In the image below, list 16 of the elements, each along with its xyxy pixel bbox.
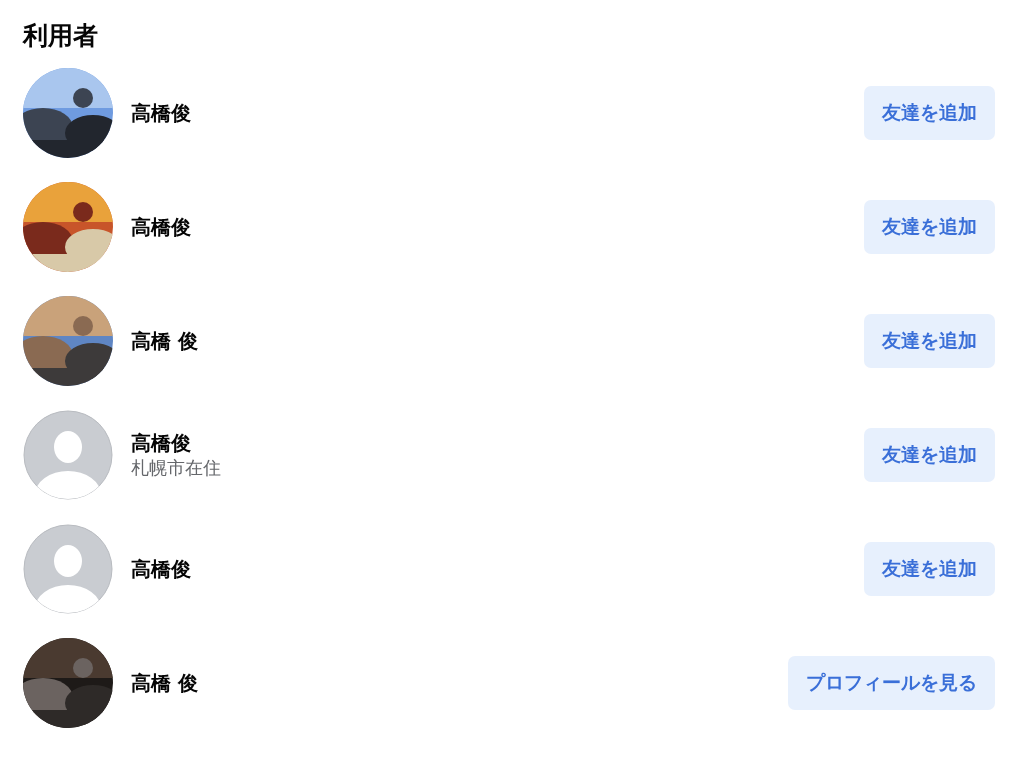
user-name[interactable]: 高橋俊	[131, 214, 864, 240]
user-name[interactable]: 高橋俊	[131, 100, 864, 126]
user-location: 札幌市在住	[131, 456, 222, 480]
user-name[interactable]: 高橋俊	[131, 556, 864, 582]
action-button[interactable]: 友達を追加	[864, 86, 995, 140]
user-name[interactable]: 高橋俊	[131, 430, 864, 456]
user-name[interactable]: 高橋 俊	[131, 670, 788, 696]
action-button[interactable]: プロフィールを見る	[788, 656, 995, 710]
action-button[interactable]: 友達を追加	[864, 314, 995, 368]
default-avatar-icon	[23, 410, 113, 500]
action-button[interactable]: 友達を追加	[864, 428, 995, 482]
default-avatar-icon	[23, 524, 113, 614]
action-button[interactable]: 友達を追加	[864, 542, 995, 596]
user-name[interactable]: 高橋 俊	[131, 328, 864, 354]
section-title: 利用者	[23, 20, 99, 52]
action-button[interactable]: 友達を追加	[864, 200, 995, 254]
